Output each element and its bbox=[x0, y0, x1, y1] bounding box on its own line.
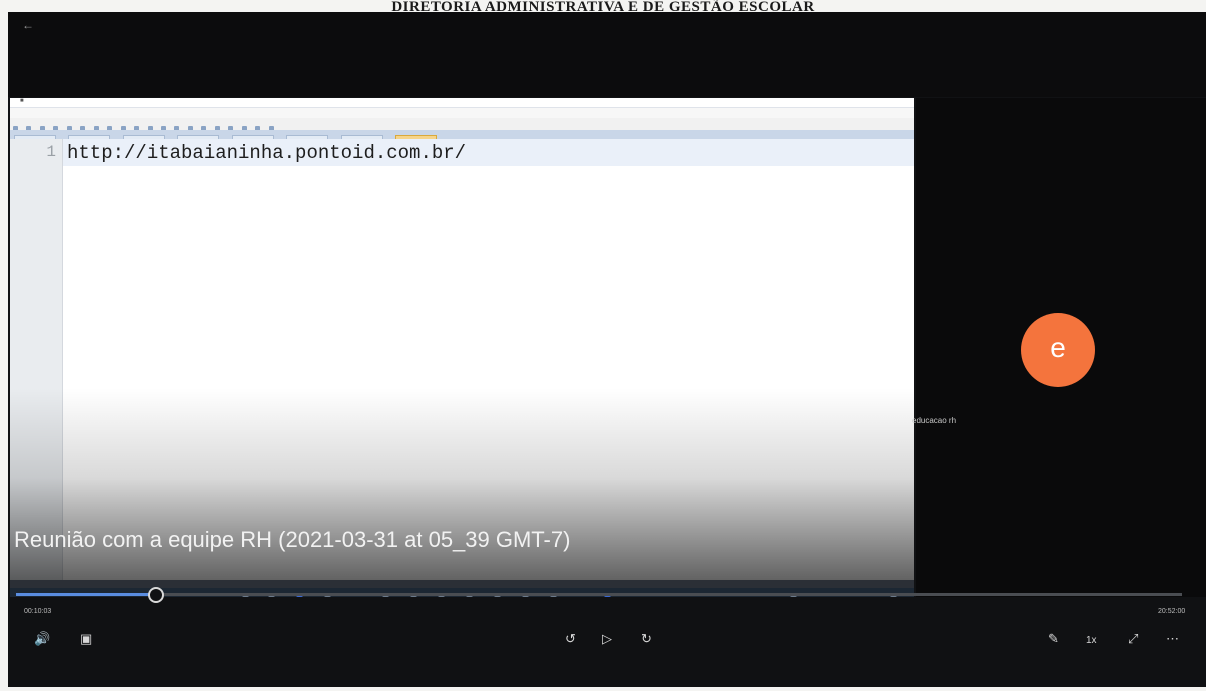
top-band bbox=[8, 12, 1206, 97]
participant-name: educacao rh bbox=[912, 416, 957, 425]
seek-handle[interactable] bbox=[148, 587, 164, 603]
volume-icon[interactable]: 🔊 bbox=[34, 632, 50, 646]
seek-progress bbox=[16, 593, 156, 596]
more-options-icon[interactable]: ⋯ bbox=[1166, 632, 1179, 646]
total-duration: 20:52:00 bbox=[1158, 608, 1186, 615]
seek-bar[interactable] bbox=[16, 593, 1182, 596]
editor-toolbar bbox=[10, 118, 914, 131]
play-icon[interactable]: ▷ bbox=[602, 632, 612, 646]
pen-icon[interactable]: ✎ bbox=[1048, 632, 1059, 646]
meeting-title: Reunião com a equipe RH (2021-03-31 at 0… bbox=[14, 527, 571, 552]
editor-tabs bbox=[10, 130, 914, 143]
shared-screen: ■ ▪▪▪▪ ▪▪▪▪ ▪▪▪▪▪ ▪▪▪▪▪ ▪▪▪▪▪ ▪▪▪▪▪▪ ▪▪▪… bbox=[10, 98, 914, 588]
back-arrow-icon[interactable]: ← bbox=[22, 18, 34, 32]
line-number: 1 bbox=[46, 143, 56, 161]
forward-30-icon[interactable]: ↻ bbox=[641, 632, 652, 646]
fullscreen-icon[interactable]: ⤢ bbox=[1128, 632, 1138, 646]
code-line: http://itabaianinha.pontoid.com.br/ bbox=[67, 142, 467, 164]
elapsed-time: 00:10:03 bbox=[24, 608, 52, 615]
editor-statusbar bbox=[10, 580, 914, 588]
editor-app-icon: ■ bbox=[20, 98, 24, 104]
captions-icon[interactable]: ▣ bbox=[80, 632, 92, 646]
editor-menubar: ▪▪▪▪ ▪▪▪▪ ▪▪▪▪▪ ▪▪▪▪▪ ▪▪▪▪▪ ▪▪▪▪▪▪ ▪▪▪▪▪… bbox=[10, 108, 914, 123]
playback-speed-button[interactable]: 1x bbox=[1086, 634, 1097, 648]
rewind-10-icon[interactable]: ↺ bbox=[565, 632, 576, 646]
participant-avatar: e bbox=[1021, 313, 1095, 387]
editor-titlebar: ■ bbox=[10, 98, 914, 108]
video-shade bbox=[10, 388, 914, 588]
